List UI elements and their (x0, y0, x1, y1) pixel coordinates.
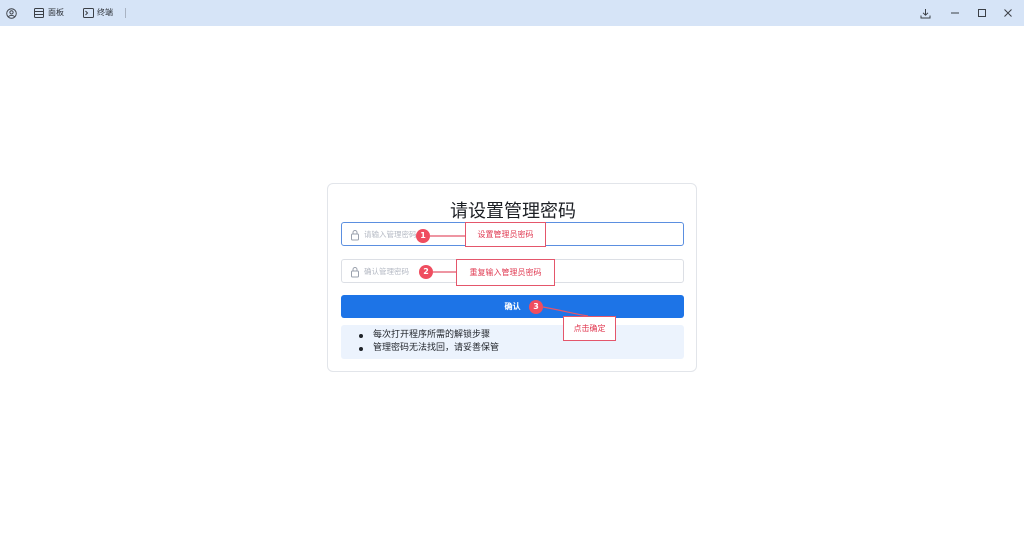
annotation-label-1: 设置管理员密码 (465, 222, 546, 247)
annotation-badge-2: 2 (419, 265, 433, 279)
annotation-label-2: 重复输入管理员密码 (456, 259, 555, 286)
annotation-label-3: 点击确定 (563, 316, 616, 341)
annotation-badge-3: 3 (529, 300, 543, 314)
annotation-badge-1: 1 (416, 229, 430, 243)
